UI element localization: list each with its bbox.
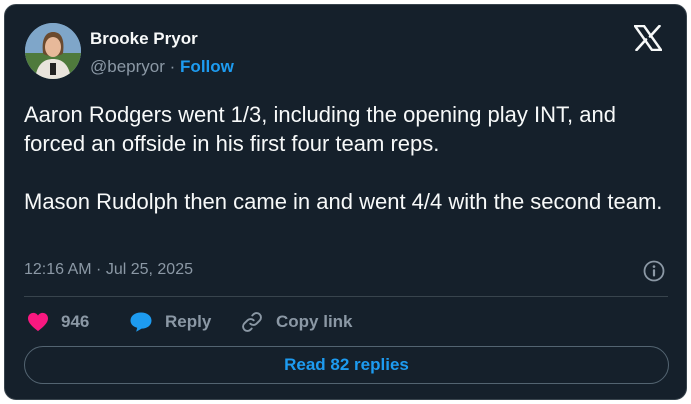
tweet-card: Brooke Pryor @bepryor · Follow Aaron Rod… — [4, 4, 687, 400]
tweet-timestamp[interactable]: 12:16 AM · Jul 25, 2025 — [24, 261, 193, 279]
author-handle[interactable]: @bepryor — [90, 57, 165, 76]
like-count: 946 — [61, 312, 90, 331]
reply-label: Reply — [165, 312, 212, 331]
like-button[interactable]: 946 — [27, 309, 89, 335]
avatar-photo — [25, 23, 81, 79]
avatar[interactable] — [25, 23, 81, 79]
tweet-paragraph: Aaron Rodgers went 1/3, including the op… — [24, 102, 616, 156]
heart-icon — [28, 312, 48, 332]
speech-bubble-icon — [130, 312, 152, 332]
reply-button[interactable]: Reply — [129, 309, 211, 335]
link-icon — [242, 312, 262, 332]
tweet-paragraph: Mason Rudolph then came in and went 4/4 … — [24, 189, 663, 214]
copy-link-button[interactable]: Copy link — [240, 309, 353, 335]
author-name[interactable]: Brooke Pryor — [90, 29, 198, 49]
handle-separator: · — [169, 57, 176, 76]
read-replies-label: Read 82 replies — [284, 355, 409, 374]
divider — [24, 296, 668, 297]
follow-link[interactable]: Follow — [180, 57, 234, 76]
author-handle-row: @bepryor · Follow — [90, 57, 234, 77]
copy-link-label: Copy link — [276, 312, 353, 331]
x-logo-icon[interactable] — [633, 24, 663, 52]
info-icon[interactable] — [642, 259, 666, 283]
read-replies-button[interactable]: Read 82 replies — [24, 346, 669, 384]
tweet-text: Aaron Rodgers went 1/3, including the op… — [24, 100, 674, 216]
